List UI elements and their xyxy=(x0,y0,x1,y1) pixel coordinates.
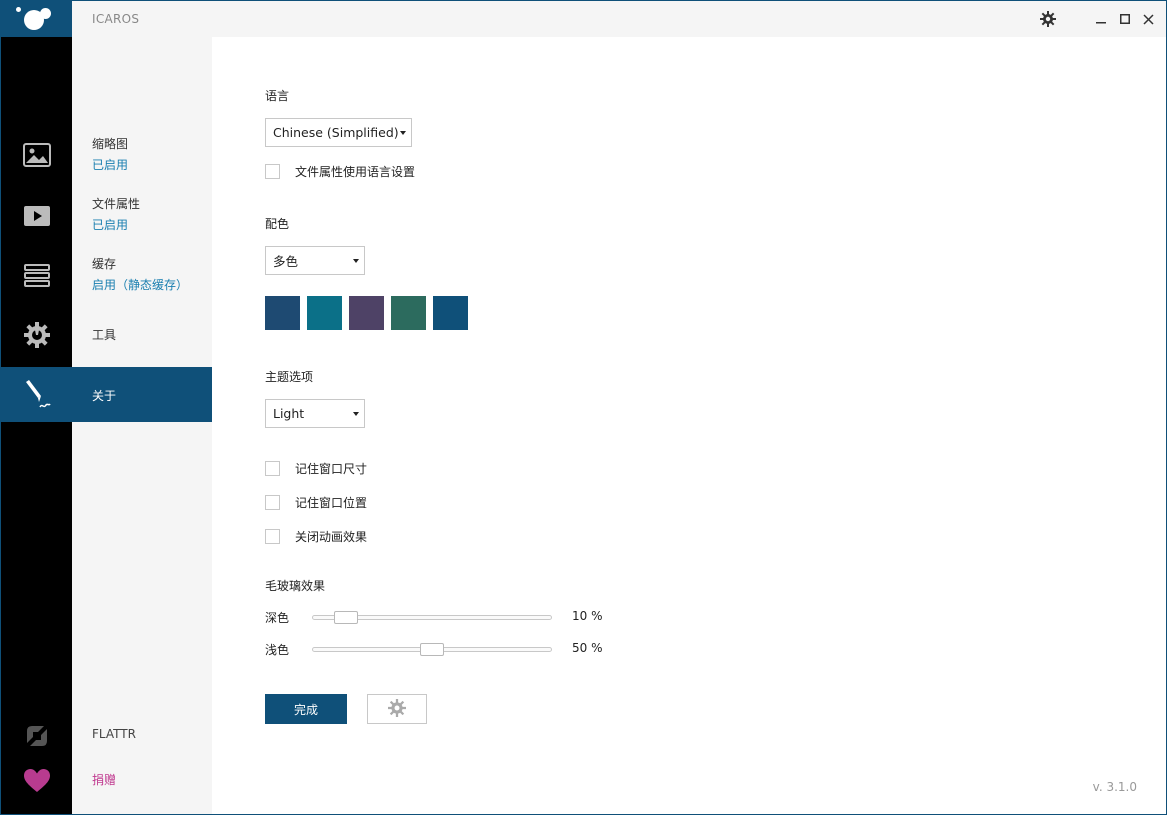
slider-label: 浅色 xyxy=(265,643,290,657)
language-file-props-checkbox[interactable] xyxy=(265,163,280,179)
sidebar-item-file-properties[interactable]: 文件属性 已启用 xyxy=(72,195,212,237)
color-heading: 配色 xyxy=(265,217,290,231)
checkbox-label: 文件属性使用语言设置 xyxy=(295,164,416,179)
dropdown-arrow-icon xyxy=(353,412,359,416)
slider-label: 深色 xyxy=(265,611,290,625)
dark-blur-slider-track[interactable] xyxy=(312,611,552,624)
tools-gear-icon[interactable] xyxy=(1,307,72,362)
blur-heading: 毛玻璃效果 xyxy=(265,579,326,593)
disable-animations-option[interactable]: 关闭动画效果 xyxy=(265,528,367,544)
advanced-settings-button[interactable] xyxy=(367,694,427,724)
app-title: ICAROS xyxy=(92,12,140,26)
dropdown-arrow-icon xyxy=(400,131,406,135)
about-settings-panel: 语言 Chinese (Simplified) 文件属性使用语言设置 配色 多色… xyxy=(212,37,1166,814)
title-bar: ICAROS xyxy=(72,1,1166,37)
app-window: ICAROS 缩略图 已启用 文件属性 已启用 缓存 启用（静态缓存） 工具 关… xyxy=(0,0,1167,815)
section-nav: 缩略图 已启用 文件属性 已启用 缓存 启用（静态缓存） 工具 关于 FLATT… xyxy=(72,37,212,814)
checkbox-label: 记住窗口尺寸 xyxy=(295,461,368,476)
play-video-icon[interactable] xyxy=(1,188,72,243)
color-swatch[interactable] xyxy=(307,296,342,330)
gear-icon xyxy=(388,698,406,720)
donate-label: 捐赠 xyxy=(92,773,117,787)
done-button[interactable]: 完成 xyxy=(265,694,347,724)
sidebar-item-flattr[interactable]: FLATTR xyxy=(72,727,212,747)
about-pen-icon[interactable] xyxy=(1,367,72,422)
remember-size-checkbox[interactable] xyxy=(265,460,280,476)
disable-animations-checkbox[interactable] xyxy=(265,528,280,544)
slider-value: 50 % xyxy=(572,641,603,655)
checkbox-label: 记住窗口位置 xyxy=(295,495,368,510)
sidebar-item-status: 已启用 xyxy=(92,158,129,172)
language-selected-value: Chinese (Simplified) xyxy=(273,125,399,140)
sidebar-item-donate[interactable]: 捐赠 xyxy=(72,771,212,791)
checkbox-label: 关闭动画效果 xyxy=(295,529,368,544)
icon-sidebar xyxy=(1,1,72,814)
dark-blur-slider-thumb[interactable] xyxy=(334,611,358,624)
theme-selected-value: Light xyxy=(273,406,305,421)
color-swatch[interactable] xyxy=(349,296,384,330)
theme-select[interactable]: Light xyxy=(265,399,365,428)
language-file-props-option[interactable]: 文件属性使用语言设置 xyxy=(265,163,415,179)
maximize-icon[interactable] xyxy=(1115,9,1135,29)
sidebar-item-cache[interactable]: 缓存 启用（静态缓存） xyxy=(72,255,212,297)
color-swatch[interactable] xyxy=(391,296,426,330)
light-blur-slider-track[interactable] xyxy=(312,643,552,656)
language-heading: 语言 xyxy=(265,89,290,103)
remember-position-option[interactable]: 记住窗口位置 xyxy=(265,494,367,510)
cache-stack-icon[interactable] xyxy=(1,248,72,303)
sidebar-item-status: 已启用 xyxy=(92,218,129,232)
slider-value: 10 % xyxy=(572,609,603,623)
language-select[interactable]: Chinese (Simplified) xyxy=(265,118,412,147)
color-swatch[interactable] xyxy=(433,296,468,330)
sidebar-item-label: 缓存 xyxy=(92,257,117,271)
dark-blur-slider-row: 深色 10 % xyxy=(265,609,665,625)
sidebar-item-thumbnails[interactable]: 缩略图 已启用 xyxy=(72,135,212,177)
color-swatch[interactable] xyxy=(265,296,300,330)
sidebar-item-label: 缩略图 xyxy=(92,137,129,151)
minimize-icon[interactable] xyxy=(1091,9,1111,29)
sidebar-item-about[interactable]: 关于 xyxy=(72,367,212,422)
donate-heart-icon[interactable] xyxy=(1,753,72,808)
dropdown-arrow-icon xyxy=(353,259,359,263)
light-blur-slider-row: 浅色 50 % xyxy=(265,641,665,657)
app-logo xyxy=(1,1,72,37)
version-label: v. 3.1.0 xyxy=(1092,780,1137,794)
flattr-label: FLATTR xyxy=(92,727,136,741)
sidebar-item-label: 文件属性 xyxy=(92,197,141,211)
color-selected-value: 多色 xyxy=(273,254,299,269)
remember-position-checkbox[interactable] xyxy=(265,494,280,510)
close-icon[interactable] xyxy=(1138,9,1158,29)
sidebar-item-status: 启用（静态缓存） xyxy=(92,278,189,292)
theme-heading: 主题选项 xyxy=(265,370,314,384)
thumbnail-icon[interactable] xyxy=(1,127,72,182)
sidebar-item-label: 关于 xyxy=(92,389,117,403)
color-select[interactable]: 多色 xyxy=(265,246,365,275)
settings-gear-icon[interactable] xyxy=(1038,9,1058,29)
sidebar-item-tools[interactable]: 工具 xyxy=(72,326,212,348)
light-blur-slider-thumb[interactable] xyxy=(420,643,444,656)
remember-size-option[interactable]: 记住窗口尺寸 xyxy=(265,460,367,476)
sidebar-item-label: 工具 xyxy=(92,328,117,342)
